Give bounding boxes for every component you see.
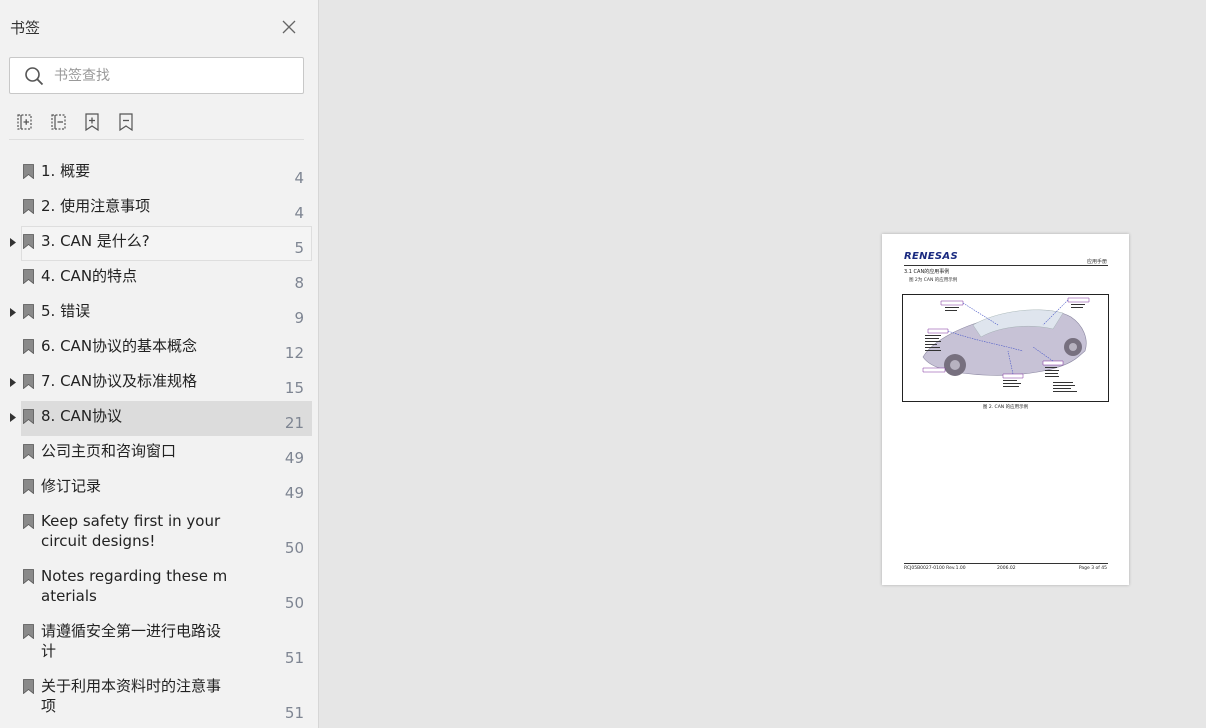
renesas-logo: RENESAS [904, 251, 958, 262]
header-rule [904, 265, 1108, 266]
bookmark-label: 4. CAN的特点 [41, 267, 138, 285]
bookmark-label: 修订记录 [41, 477, 102, 495]
bookmark-panel: 书签 1. 概要42. 使用注意事项43. CAN 是什么 [0, 0, 319, 728]
expand-all-icon[interactable] [14, 111, 36, 133]
bookmark-page-number: 12 [284, 344, 304, 362]
bookmark-icon [23, 679, 34, 694]
bookmark-icon [23, 164, 34, 179]
bookmark-search-box[interactable] [9, 57, 304, 94]
bookmark-page-number: 51 [284, 704, 304, 722]
bookmark-page-number: 4 [294, 169, 304, 187]
bookmark-page-number: 21 [284, 414, 304, 432]
toolbar-divider [9, 139, 304, 140]
footer-doc-number: RCJ05B0027-0100 Rev.1.00 [904, 566, 966, 571]
bookmark-page-number: 49 [284, 484, 304, 502]
bookmark-page-number: 9 [294, 309, 304, 327]
bookmark-label: Keep safety first in your circuit design… [41, 512, 221, 550]
bookmark-page-number: 51 [284, 649, 304, 667]
bookmark-page-number: 50 [284, 539, 304, 557]
bookmark-page-number: 5 [294, 239, 304, 257]
bookmark-icon [23, 624, 34, 639]
bookmark-label: 关于利用本资料时的注意事项 [41, 677, 222, 715]
bookmark-icon [23, 199, 34, 214]
bookmark-icon [23, 269, 34, 284]
bookmark-label: 8. CAN协议 [41, 407, 123, 425]
footer-date: 2006.02 [997, 566, 1016, 571]
bookmark-page-number: 50 [284, 594, 304, 612]
footer-page-number: Page 3 of 45 [1078, 566, 1107, 571]
section-subtitle: 图 2为 CAN 的应用示例 [909, 278, 958, 283]
collapse-all-icon[interactable] [48, 111, 70, 133]
page-header-label: 应用手册 [1086, 259, 1107, 265]
bookmark-icon [23, 569, 34, 584]
bookmark-label: 5. 错误 [41, 302, 91, 320]
expand-arrow-icon[interactable] [10, 238, 16, 247]
bookmark-label: 1. 概要 [41, 162, 91, 180]
bookmark-icon [23, 339, 34, 354]
figure-caption: 图 2. CAN 的应用示例 [982, 405, 1029, 410]
bookmark-label: 2. 使用注意事项 [41, 197, 151, 215]
bookmark-label: 3. CAN 是什么? [41, 232, 150, 250]
bookmark-label: Notes regarding these materials [41, 567, 228, 605]
add-bookmark-icon[interactable] [81, 111, 103, 133]
expand-arrow-icon[interactable] [10, 308, 16, 317]
bookmark-icon [23, 234, 34, 249]
bookmark-label: 6. CAN协议的基本概念 [41, 337, 198, 355]
bookmark-icon [23, 514, 34, 529]
bookmark-label: 请遵循安全第一进行电路设计 [41, 622, 222, 660]
expand-arrow-icon[interactable] [10, 378, 16, 387]
bookmark-icon [23, 304, 34, 319]
car-can-network-figure [902, 294, 1109, 402]
footer-rule [904, 563, 1108, 564]
bookmark-search-input[interactable] [54, 58, 294, 93]
search-icon [25, 67, 44, 86]
bookmark-icon [23, 479, 34, 494]
close-icon[interactable] [281, 19, 297, 35]
bookmark-page-number: 8 [294, 274, 304, 292]
document-page-thumbnail[interactable]: RENESAS 应用手册 3.1 CAN的应用事例 图 2为 CAN 的应用示例 [882, 234, 1129, 585]
bookmark-label: 7. CAN协议及标准规格 [41, 372, 198, 390]
car-illustration [922, 297, 1090, 392]
bookmark-page-number: 4 [294, 204, 304, 222]
bookmark-label: 公司主页和咨询窗口 [41, 442, 177, 460]
bookmark-icon [23, 374, 34, 389]
bookmark-page-number: 15 [284, 379, 304, 397]
bookmark-page-number: 49 [284, 449, 304, 467]
section-heading: 3.1 CAN的应用事例 [904, 269, 950, 275]
remove-bookmark-icon[interactable] [115, 111, 137, 133]
bookmark-icon [23, 409, 34, 424]
expand-arrow-icon[interactable] [10, 413, 16, 422]
panel-title: 书签 [10, 19, 41, 37]
bookmark-icon [23, 444, 34, 459]
